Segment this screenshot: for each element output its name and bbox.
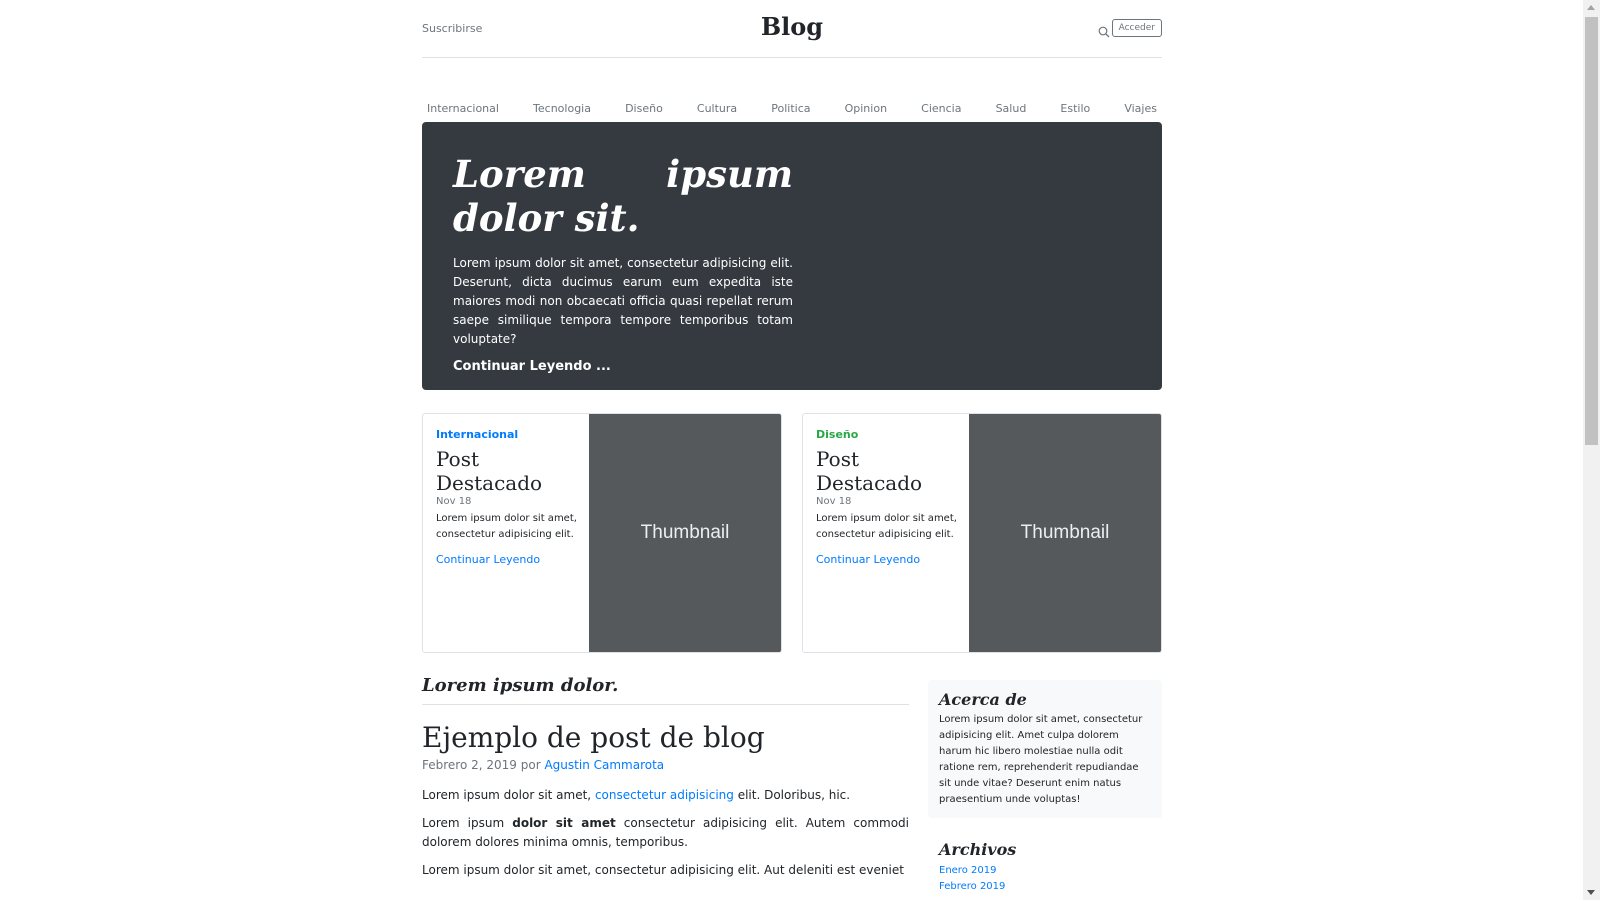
nav-item-estilo[interactable]: Estilo bbox=[1060, 102, 1090, 115]
about-box: Acerca de Lorem ipsum dolor sit amet, co… bbox=[928, 680, 1162, 818]
post-paragraph: Lorem ipsum dolor sit amet consectetur a… bbox=[422, 814, 909, 852]
post-text: Lorem ipsum bbox=[422, 816, 505, 830]
nav-item-cultura[interactable]: Cultura bbox=[697, 102, 737, 115]
nav-item-politica[interactable]: Politica bbox=[771, 102, 810, 115]
hero-content: Lorem ipsum dolor sit. Lorem ipsum dolor… bbox=[453, 152, 793, 374]
card-thumbnail: Thumbnail bbox=[589, 414, 781, 652]
featured-card: Internacional Post Destacado Nov 18 Lore… bbox=[422, 413, 782, 653]
archive-link[interactable]: Febrero 2019 bbox=[939, 881, 1005, 892]
post-text: Lorem ipsum dolor sit amet, bbox=[422, 788, 592, 802]
archives-title: Archivos bbox=[939, 840, 1017, 859]
nav-item-viajes[interactable]: Viajes bbox=[1124, 102, 1157, 115]
post-paragraph: Lorem ipsum dolor sit amet, consectetur … bbox=[422, 863, 904, 877]
card-title: Post Destacado bbox=[816, 447, 923, 495]
post-title: Ejemplo de post de blog bbox=[422, 721, 765, 754]
scroll-up-arrow-icon[interactable] bbox=[1587, 5, 1595, 10]
blog-header: Suscribirse Blog Acceder bbox=[422, 0, 1162, 58]
card-thumbnail: Thumbnail bbox=[969, 414, 1161, 652]
search-icon[interactable] bbox=[1098, 23, 1110, 38]
archives-section: Archivos Enero 2019 Febrero 2019 bbox=[928, 840, 1162, 895]
card-body: Diseño Post Destacado Nov 18 Lorem ipsum… bbox=[816, 428, 961, 566]
card-category[interactable]: Diseño bbox=[816, 428, 961, 441]
scroll-down-arrow-icon[interactable] bbox=[1587, 890, 1595, 895]
scrollbar-thumb[interactable] bbox=[1585, 17, 1598, 445]
hero-title: Lorem ipsum dolor sit. bbox=[453, 152, 793, 240]
post-date: Febrero 2, 2019 por bbox=[422, 758, 541, 772]
nav-item-internacional[interactable]: Internacional bbox=[427, 102, 499, 115]
login-button[interactable]: Acceder bbox=[1111, 19, 1162, 37]
post-strong-text: dolor sit amet bbox=[512, 816, 616, 830]
nav-item-ciencia[interactable]: Ciencia bbox=[921, 102, 961, 115]
nav-item-salud[interactable]: Salud bbox=[996, 102, 1027, 115]
category-nav: Internacional Tecnologia Diseño Cultura … bbox=[422, 79, 1162, 115]
featured-card: Diseño Post Destacado Nov 18 Lorem ipsum… bbox=[802, 413, 1162, 653]
card-continue-link[interactable]: Continuar Leyendo bbox=[816, 553, 961, 566]
card-body: Internacional Post Destacado Nov 18 Lore… bbox=[436, 428, 581, 566]
card-date: Nov 18 bbox=[816, 496, 852, 507]
card-text: Lorem ipsum dolor sit amet, consectetur … bbox=[436, 513, 577, 540]
card-continue-link[interactable]: Continuar Leyendo bbox=[436, 553, 581, 566]
nav-item-opinion[interactable]: Opinion bbox=[845, 102, 887, 115]
archive-item: Enero 2019 bbox=[939, 863, 1151, 879]
post-text: elit. Doloribus, hic. bbox=[737, 788, 851, 802]
about-title: Acerca de bbox=[939, 690, 1027, 709]
nav-item-diseno[interactable]: Diseño bbox=[625, 102, 663, 115]
card-text: Lorem ipsum dolor sit amet, consectetur … bbox=[816, 513, 957, 540]
post-author-link[interactable]: Agustin Cammarota bbox=[544, 758, 664, 772]
card-title: Post Destacado bbox=[436, 447, 543, 495]
hero-jumbotron: Lorem ipsum dolor sit. Lorem ipsum dolor… bbox=[422, 122, 1162, 390]
archive-link[interactable]: Enero 2019 bbox=[939, 865, 996, 876]
main-content: Lorem ipsum dolor. Ejemplo de post de bl… bbox=[422, 675, 909, 880]
post-inline-link[interactable]: consectetur adipisicing bbox=[595, 788, 734, 802]
archives-list: Enero 2019 Febrero 2019 bbox=[939, 863, 1151, 895]
page-scrollbar[interactable] bbox=[1583, 0, 1600, 900]
section-title: Lorem ipsum dolor. bbox=[422, 675, 909, 705]
sidebar: Acerca de Lorem ipsum dolor sit amet, co… bbox=[928, 680, 1162, 895]
hero-continue-link[interactable]: Continuar Leyendo ... bbox=[453, 359, 793, 374]
nav-item-tecnologia[interactable]: Tecnologia bbox=[533, 102, 591, 115]
card-category[interactable]: Internacional bbox=[436, 428, 581, 441]
page-container: Suscribirse Blog Acceder Internacional T… bbox=[422, 0, 1162, 892]
about-text: Lorem ipsum dolor sit amet, consectetur … bbox=[939, 714, 1143, 805]
card-date: Nov 18 bbox=[436, 496, 472, 507]
hero-lead: Lorem ipsum dolor sit amet, consectetur … bbox=[453, 256, 793, 346]
blog-brand[interactable]: Blog bbox=[422, 12, 1162, 41]
archive-item: Febrero 2019 bbox=[939, 879, 1151, 895]
post-paragraph: Lorem ipsum dolor sit amet, consectetur … bbox=[422, 786, 909, 805]
post-meta: Febrero 2, 2019 por Agustin Cammarota bbox=[422, 758, 909, 772]
